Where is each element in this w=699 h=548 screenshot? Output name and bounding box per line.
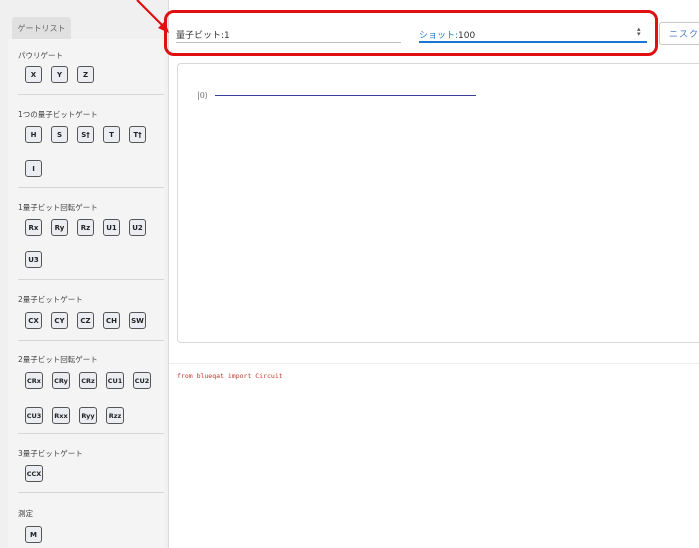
section-title: 1つの量子ビットゲート [18, 110, 98, 119]
tab-gate-list[interactable]: ゲートリスト [12, 17, 71, 39]
shots-stepper[interactable]: ▴ ▾ [637, 26, 641, 38]
gate-s-button[interactable]: S [51, 126, 68, 143]
gate-ryy-button[interactable]: Ryy [79, 407, 97, 424]
gate-cy-button[interactable]: CY [51, 312, 68, 329]
gate-row: CU3 Rxx Ryy Rzz [25, 407, 124, 424]
qubit-wire-label: |0⟩ [197, 91, 208, 100]
section-title: パウリゲート [18, 51, 63, 60]
gate-row: H S S† T T† [25, 126, 146, 143]
divider [18, 187, 164, 188]
gate-cx-button[interactable]: CX [25, 312, 42, 329]
section-measurement: 測定 [18, 508, 33, 519]
gate-rz-button[interactable]: Rz [77, 219, 94, 236]
divider [18, 492, 164, 493]
gate-z-button[interactable]: Z [77, 66, 94, 83]
gate-h-button[interactable]: H [25, 126, 42, 143]
section-title: 3量子ビットゲート [18, 449, 83, 458]
gate-rxx-button[interactable]: Rxx [52, 407, 70, 424]
gate-cu1-button[interactable]: CU1 [106, 372, 124, 389]
gate-x-button[interactable]: X [25, 66, 42, 83]
gate-row: U3 [25, 251, 42, 268]
gate-ch-button[interactable]: CH [103, 312, 120, 329]
gate-row: X Y Z [25, 66, 94, 83]
qubits-value[interactable]: 1 [224, 31, 230, 41]
gate-row: M [25, 526, 42, 543]
gate-i-button[interactable]: I [25, 160, 42, 177]
section-title: 1量子ビット回転ゲート [18, 203, 98, 212]
code-line: from blueqat import Circuit [177, 372, 283, 380]
code-output-area [169, 363, 699, 548]
gate-row: I [25, 160, 42, 177]
gate-tdg-button[interactable]: T† [129, 126, 146, 143]
gate-cz-button[interactable]: CZ [77, 312, 94, 329]
section-single-rotation: 1量子ビット回転ゲート [18, 202, 98, 213]
circuit-canvas[interactable] [177, 63, 699, 343]
section-title: 測定 [18, 509, 33, 518]
qubit-wire[interactable] [215, 95, 476, 96]
qubits-label: 量子ビット: [176, 31, 225, 41]
gate-row: CCX [25, 465, 43, 482]
gate-crx-button[interactable]: CRx [25, 372, 43, 389]
shots-underline [419, 41, 647, 43]
section-pauli: パウリゲート [18, 50, 63, 61]
gate-rzz-button[interactable]: Rzz [106, 407, 124, 424]
gate-row: Rx Ry Rz U1 U2 [25, 219, 146, 236]
divider [18, 279, 164, 280]
gate-t-button[interactable]: T [103, 126, 120, 143]
gate-list-sidebar: ゲートリスト パウリゲート X Y Z 1つの量子ビットゲート H S S† T… [0, 0, 169, 548]
gate-sdg-button[interactable]: S† [77, 126, 94, 143]
gate-ccx-button[interactable]: CCX [25, 465, 43, 482]
stepper-down-icon[interactable]: ▾ [637, 31, 641, 38]
section-single-qubit: 1つの量子ビットゲート [18, 109, 98, 120]
gate-sw-button[interactable]: SW [129, 312, 146, 329]
divider [18, 340, 164, 341]
gate-cu3-button[interactable]: CU3 [25, 407, 43, 424]
divider [18, 433, 164, 434]
gate-u1-button[interactable]: U1 [103, 219, 120, 236]
gate-row: CRx CRy CRz CU1 CU2 [25, 372, 151, 389]
gate-crz-button[interactable]: CRz [79, 372, 97, 389]
section-two-qubit: 2量子ビットゲート [18, 294, 83, 305]
gate-ry-button[interactable]: Ry [51, 219, 68, 236]
shots-label: ショット: [419, 31, 459, 41]
qubits-field[interactable]: 量子ビット:1 [176, 28, 230, 41]
gate-u2-button[interactable]: U2 [129, 219, 146, 236]
gate-u3-button[interactable]: U3 [25, 251, 42, 268]
section-two-rotation: 2量子ビット回転ゲート [18, 354, 98, 365]
gate-y-button[interactable]: Y [51, 66, 68, 83]
gate-cu2-button[interactable]: CU2 [133, 372, 151, 389]
section-title: 2量子ビットゲート [18, 295, 83, 304]
gate-m-button[interactable]: M [25, 526, 42, 543]
shots-value[interactable]: 100 [458, 31, 475, 41]
gate-row: CX CY CZ CH SW [25, 312, 146, 329]
section-title: 2量子ビット回転ゲート [18, 355, 98, 364]
gate-rx-button[interactable]: Rx [25, 219, 42, 236]
divider [18, 94, 164, 95]
export-button[interactable]: ニスク [659, 22, 699, 45]
shots-field[interactable]: ショット:100 [419, 28, 475, 41]
section-three-qubit: 3量子ビットゲート [18, 448, 83, 459]
qubits-underline [176, 42, 401, 43]
gate-cry-button[interactable]: CRy [52, 372, 70, 389]
